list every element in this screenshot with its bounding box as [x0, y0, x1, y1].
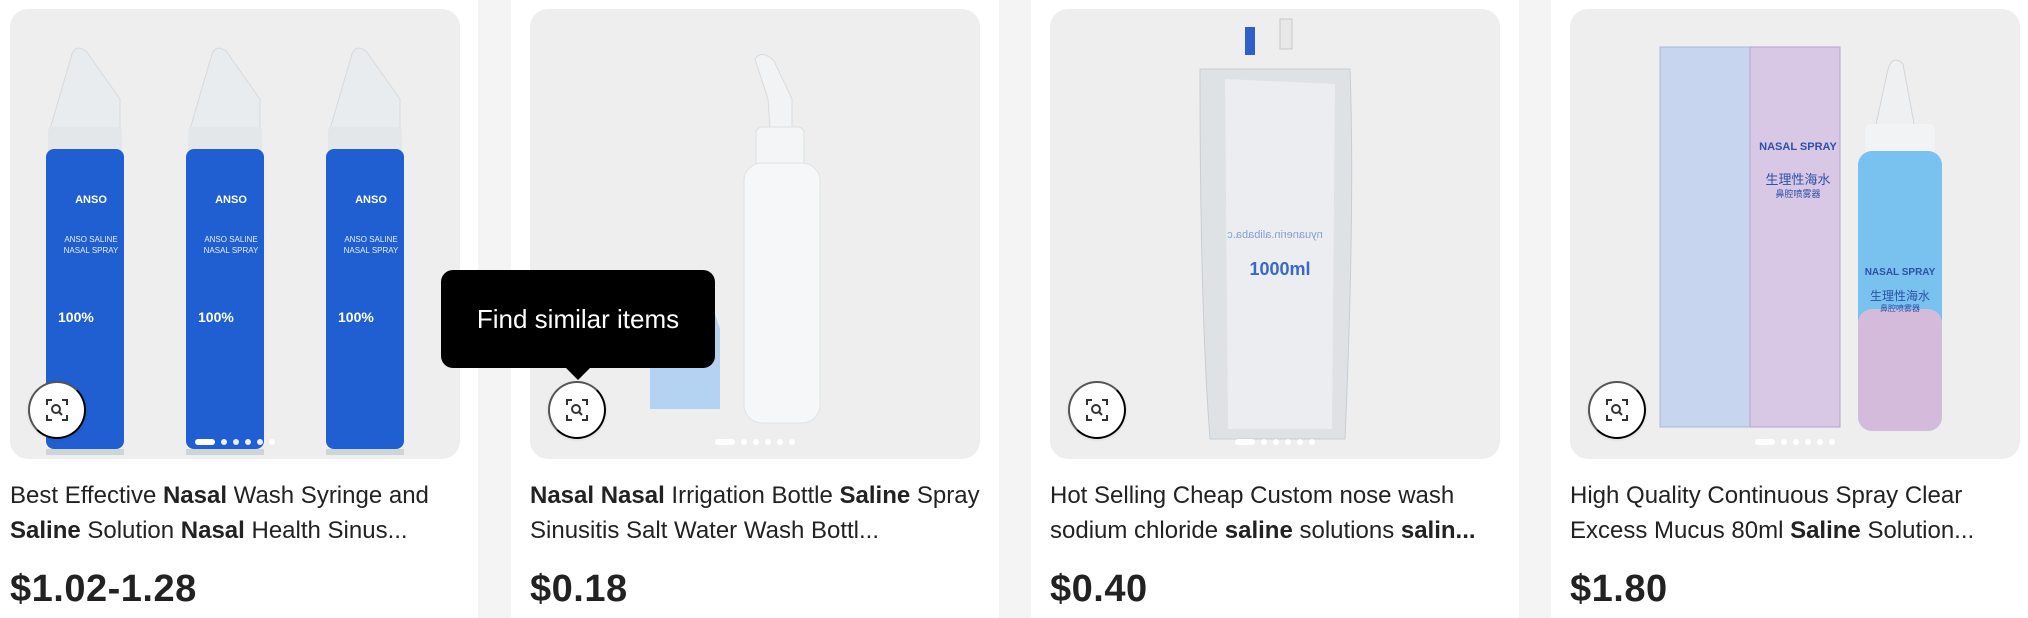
can-brand: ANSO — [215, 194, 247, 206]
carousel-dot[interactable] — [715, 439, 735, 445]
can-label: ANSO SALINE NASAL SPRAY — [203, 235, 259, 255]
carousel-dot[interactable] — [1261, 439, 1267, 445]
find-similar-button[interactable] — [548, 381, 606, 439]
carousel-dot[interactable] — [777, 439, 783, 445]
product-title[interactable]: High Quality Continuous Spray Clear Exce… — [1570, 478, 2020, 548]
can-label: ANSO SALINE NASAL SPRAY — [343, 235, 399, 255]
can-badge: 100% — [58, 309, 94, 325]
title-segment — [594, 482, 601, 509]
visual-search-icon — [46, 399, 68, 421]
title-segment: Irrigation Bottle — [664, 482, 840, 509]
title-segment: Wash Syringe and — [227, 482, 429, 509]
image-carousel-dots[interactable] — [1235, 439, 1315, 445]
can-label: NASAL SPRAY — [1864, 267, 1936, 278]
title-segment: Saline — [10, 517, 81, 544]
product-card[interactable]: nyuanerin.alibaba.c 1000ml Hot Selling C… — [1031, 0, 1519, 618]
find-similar-button[interactable] — [28, 381, 86, 439]
title-segment: Nasal — [600, 482, 665, 509]
image-carousel-dots[interactable] — [195, 439, 275, 445]
title-segment: Saline — [1790, 517, 1861, 544]
carousel-dot[interactable] — [269, 439, 275, 445]
carousel-dot[interactable] — [753, 439, 759, 445]
image-carousel-dots[interactable] — [1755, 439, 1835, 445]
carousel-dot[interactable] — [1817, 439, 1823, 445]
product-grid: ANSO ANSO ANSO ANSO SALINE NASAL SPRAY AN… — [0, 0, 2028, 618]
bag-volume-label: 1000ml — [1249, 259, 1311, 279]
can-cn-label: 生理性海水 — [1869, 289, 1930, 303]
image-watermark: nyuanerin.alibaba.c — [1227, 229, 1323, 241]
box-cn-label: 生理性海水 — [1765, 172, 1831, 187]
product-image[interactable]: ANSO ANSO ANSO ANSO SALINE NASAL SPRAY AN… — [10, 9, 460, 459]
title-segment: Solution... — [1860, 517, 1975, 544]
carousel-dot[interactable] — [1793, 439, 1799, 445]
can-badge: 100% — [338, 309, 374, 325]
product-card[interactable]: ANSO ANSO ANSO ANSO SALINE NASAL SPRAY AN… — [0, 0, 478, 618]
carousel-dot[interactable] — [789, 439, 795, 445]
image-carousel-dots[interactable] — [715, 439, 795, 445]
product-image[interactable]: nyuanerin.alibaba.c 1000ml — [1050, 9, 1500, 459]
can-label: ANSO SALINE NASAL SPRAY — [63, 235, 119, 255]
box-label: NASAL SPRAY — [1759, 141, 1837, 153]
title-segment: Nasal — [162, 482, 228, 509]
carousel-dot[interactable] — [245, 439, 251, 445]
carousel-dot[interactable] — [1805, 439, 1811, 445]
title-segment: Nasal — [530, 482, 595, 509]
product-image[interactable]: NASAL SPRAY 生理性海水 鼻腔喷雾器 NASAL SPRAY 生理性海… — [1570, 9, 2020, 459]
can-badge: 100% — [198, 309, 234, 325]
carousel-dot[interactable] — [741, 439, 747, 445]
title-segment: Solution — [80, 517, 181, 544]
carousel-dot[interactable] — [765, 439, 771, 445]
visual-search-icon — [1606, 399, 1628, 421]
box-cn-sublabel: 鼻腔喷雾器 — [1775, 189, 1821, 199]
carousel-dot[interactable] — [1285, 439, 1291, 445]
title-segment: saline — [1224, 517, 1293, 544]
carousel-dot[interactable] — [1755, 439, 1775, 445]
carousel-dot[interactable] — [1781, 439, 1787, 445]
product-price: $0.40 — [1050, 568, 1148, 610]
carousel-dot[interactable] — [1297, 439, 1303, 445]
carousel-dot[interactable] — [233, 439, 239, 445]
carousel-dot[interactable] — [1829, 439, 1835, 445]
title-segment: solutions — [1292, 517, 1401, 544]
title-segment: Health Sinus... — [244, 517, 408, 544]
carousel-dot[interactable] — [1235, 439, 1255, 445]
find-similar-button[interactable] — [1068, 381, 1126, 439]
can-cn-sublabel: 鼻腔喷雾器 — [1880, 304, 1920, 313]
carousel-dot[interactable] — [1309, 439, 1315, 445]
product-price: $0.18 — [530, 568, 628, 610]
product-title[interactable]: Best Effective Nasal Wash Syringe and Sa… — [10, 478, 460, 548]
carousel-dot[interactable] — [195, 439, 215, 445]
product-price: $1.02-1.28 — [10, 568, 197, 610]
visual-search-icon — [566, 399, 588, 421]
title-segment: salin... — [1400, 517, 1476, 544]
visual-search-icon — [1086, 399, 1108, 421]
product-card[interactable]: NASAL SPRAY 生理性海水 鼻腔喷雾器 NASAL SPRAY 生理性海… — [1551, 0, 2028, 618]
can-brand: ANSO — [75, 194, 107, 206]
product-price: $1.80 — [1570, 568, 1668, 610]
product-title[interactable]: Hot Selling Cheap Custom nose wash sodiu… — [1050, 478, 1500, 548]
product-title[interactable]: Nasal Nasal Irrigation Bottle Saline Spr… — [530, 478, 980, 548]
can-brand: ANSO — [355, 194, 387, 206]
carousel-dot[interactable] — [221, 439, 227, 445]
title-segment: Best Effective — [10, 482, 163, 509]
title-segment: Saline — [839, 482, 911, 509]
carousel-dot[interactable] — [1273, 439, 1279, 445]
product-image[interactable] — [530, 9, 980, 459]
title-segment: Nasal — [180, 517, 245, 544]
carousel-dot[interactable] — [257, 439, 263, 445]
find-similar-button[interactable] — [1588, 381, 1646, 439]
find-similar-tooltip: Find similar items — [441, 270, 715, 380]
